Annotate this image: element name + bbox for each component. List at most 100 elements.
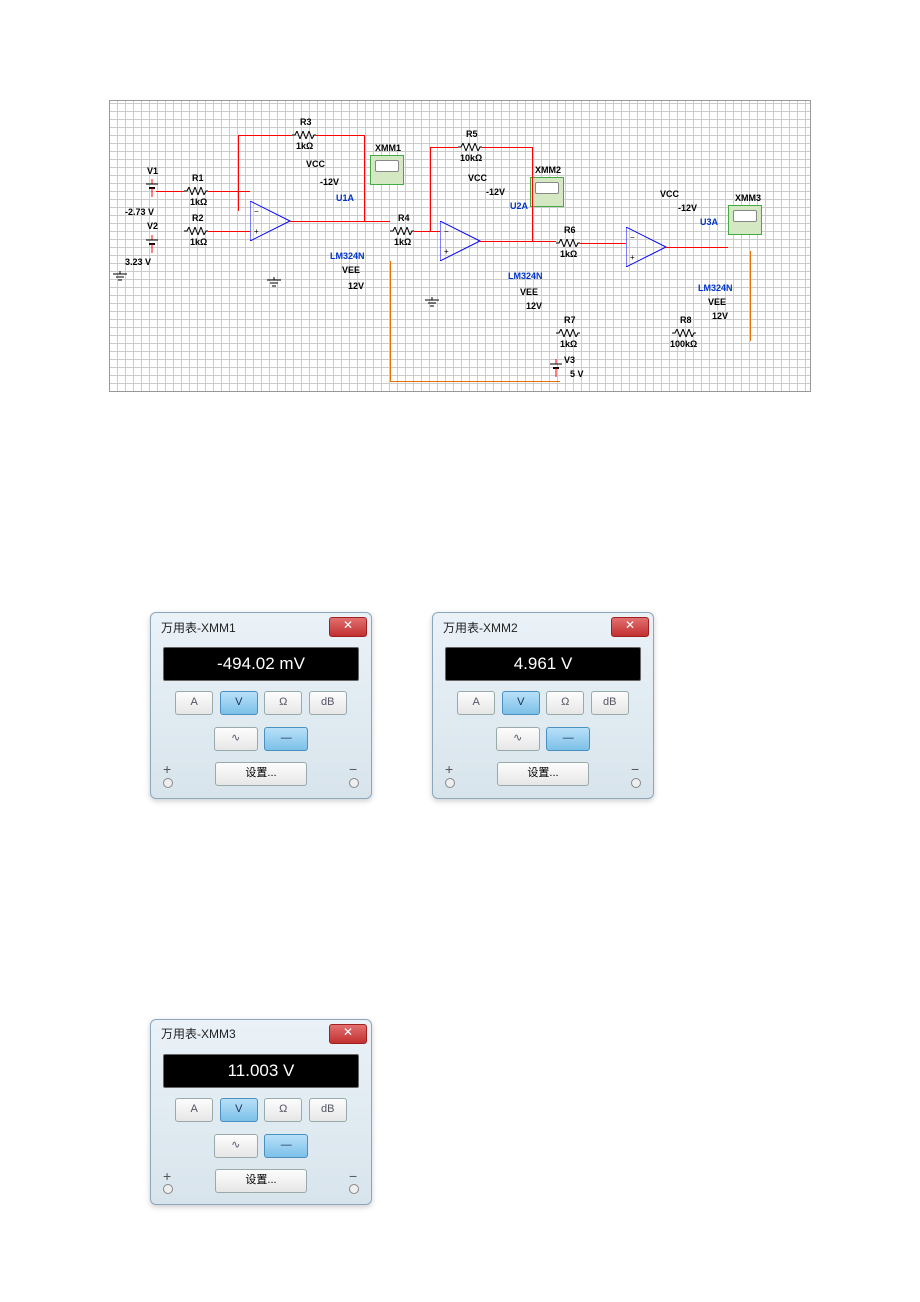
label-U1-vminus: 12V bbox=[348, 281, 364, 291]
ground-icon bbox=[266, 277, 282, 287]
battery-V2 bbox=[146, 235, 158, 253]
ac-button[interactable]: ∿ bbox=[214, 727, 258, 751]
label-U1-vcc: VCC bbox=[306, 159, 325, 169]
mode-dB-button[interactable]: dB bbox=[591, 691, 629, 715]
wire bbox=[208, 231, 250, 232]
wire bbox=[482, 147, 532, 148]
label-V2-ref: V2 bbox=[147, 221, 158, 231]
label-U2-model: LM324N bbox=[508, 271, 543, 281]
mode-A-button[interactable]: A bbox=[175, 691, 213, 715]
wire bbox=[750, 251, 751, 341]
mode-V-button[interactable]: V bbox=[220, 691, 258, 715]
settings-button[interactable]: 设置... bbox=[497, 762, 589, 786]
label-U2-vcc: VCC bbox=[468, 173, 487, 183]
label-U3-vcc: VCC bbox=[660, 189, 679, 199]
wire bbox=[208, 191, 250, 192]
multimeter-XMM1-icon[interactable] bbox=[370, 155, 404, 185]
label-R2-ref: R2 bbox=[192, 213, 204, 223]
label-V1-ref: V1 bbox=[147, 166, 158, 176]
svg-text:+: + bbox=[630, 253, 635, 262]
label-U1-model: LM324N bbox=[330, 251, 365, 261]
label-R6-val: 1kΩ bbox=[560, 249, 577, 259]
label-V3-ref: V3 bbox=[564, 355, 575, 365]
svg-text:+: + bbox=[254, 227, 259, 236]
label-U3-ref: U3A bbox=[700, 217, 718, 227]
mode-A-button[interactable]: A bbox=[457, 691, 495, 715]
label-U2-ref: U2A bbox=[510, 201, 528, 211]
multimeter-XMM3-title: 万用表-XMM3 bbox=[161, 1025, 236, 1042]
mode-Ohm-button[interactable]: Ω bbox=[264, 1098, 302, 1122]
label-R4-val: 1kΩ bbox=[394, 237, 411, 247]
label-R3-val: 1kΩ bbox=[296, 141, 313, 151]
label-V1-val: -2.73 V bbox=[125, 207, 154, 217]
terminal-dot-icon bbox=[349, 778, 359, 788]
multimeter-XMM3-window: 万用表-XMM3 ✕ 11.003 V A V Ω dB ∿ — + 设置...… bbox=[150, 1019, 372, 1206]
minus-terminal: − bbox=[349, 761, 357, 777]
wire bbox=[430, 147, 458, 148]
label-U2-vminus: 12V bbox=[526, 301, 542, 311]
settings-button[interactable]: 设置... bbox=[215, 1169, 307, 1193]
mode-Ohm-button[interactable]: Ω bbox=[546, 691, 584, 715]
close-button[interactable]: ✕ bbox=[611, 617, 649, 637]
battery-V3 bbox=[550, 359, 562, 377]
mode-dB-button[interactable]: dB bbox=[309, 1098, 347, 1122]
mode-Ohm-button[interactable]: Ω bbox=[264, 691, 302, 715]
resistor-R4 bbox=[390, 227, 414, 235]
wire bbox=[580, 243, 626, 244]
wire bbox=[532, 147, 533, 241]
label-R4-ref: R4 bbox=[398, 213, 410, 223]
resistor-R3 bbox=[292, 131, 316, 139]
ac-button[interactable]: ∿ bbox=[496, 727, 540, 751]
wire bbox=[238, 135, 239, 211]
ac-button[interactable]: ∿ bbox=[214, 1134, 258, 1158]
schematic-canvas: V1 -2.73 V V2 3.23 V R1 1kΩ R2 1kΩ R3 1k… bbox=[109, 100, 811, 392]
ground-icon bbox=[112, 271, 128, 281]
label-R7-val: 1kΩ bbox=[560, 339, 577, 349]
mode-V-button[interactable]: V bbox=[502, 691, 540, 715]
multimeter-XMM3-icon[interactable] bbox=[728, 205, 762, 235]
mode-V-button[interactable]: V bbox=[220, 1098, 258, 1122]
terminal-dot-icon bbox=[163, 778, 173, 788]
dc-button[interactable]: — bbox=[264, 727, 308, 751]
multimeter-XMM2-window: 万用表-XMM2 ✕ 4.961 V A V Ω dB ∿ — + 设置... … bbox=[432, 612, 654, 799]
dc-button[interactable]: — bbox=[264, 1134, 308, 1158]
wire bbox=[316, 135, 364, 136]
plus-terminal: + bbox=[163, 761, 171, 777]
multimeter-XMM1-reading: -494.02 mV bbox=[163, 647, 359, 681]
svg-text:−: − bbox=[630, 233, 635, 242]
multimeter-XMM2-icon[interactable] bbox=[530, 177, 564, 207]
plus-terminal: + bbox=[445, 761, 453, 777]
label-XMM1: XMM1 bbox=[375, 143, 401, 153]
close-button[interactable]: ✕ bbox=[329, 1024, 367, 1044]
svg-text:−: − bbox=[254, 207, 259, 216]
minus-terminal: − bbox=[631, 761, 639, 777]
close-button[interactable]: ✕ bbox=[329, 617, 367, 637]
label-XMM2: XMM2 bbox=[535, 165, 561, 175]
mode-A-button[interactable]: A bbox=[175, 1098, 213, 1122]
resistor-R8 bbox=[672, 329, 696, 337]
label-XMM3: XMM3 bbox=[735, 193, 761, 203]
label-U1-vee: VEE bbox=[342, 265, 360, 275]
wire bbox=[390, 261, 391, 381]
resistor-R5 bbox=[458, 143, 482, 151]
terminal-dot-icon bbox=[445, 778, 455, 788]
dc-button[interactable]: — bbox=[546, 727, 590, 751]
resistor-R1 bbox=[184, 187, 208, 195]
label-V3-val: 5 V bbox=[570, 369, 584, 379]
resistor-R2 bbox=[184, 227, 208, 235]
label-U1-ref: U1A bbox=[336, 193, 354, 203]
wire bbox=[238, 135, 292, 136]
settings-button[interactable]: 设置... bbox=[215, 762, 307, 786]
label-U1-vplus: -12V bbox=[320, 177, 339, 187]
label-R8-ref: R8 bbox=[680, 315, 692, 325]
wire bbox=[290, 221, 390, 222]
terminal-dot-icon bbox=[163, 1184, 173, 1194]
label-V2-val: 3.23 V bbox=[125, 257, 151, 267]
mode-dB-button[interactable]: dB bbox=[309, 691, 347, 715]
wire bbox=[364, 135, 365, 221]
wire bbox=[480, 241, 556, 242]
terminal-dot-icon bbox=[349, 1184, 359, 1194]
label-R2-val: 1kΩ bbox=[190, 237, 207, 247]
terminal-dot-icon bbox=[631, 778, 641, 788]
wire bbox=[666, 247, 728, 248]
